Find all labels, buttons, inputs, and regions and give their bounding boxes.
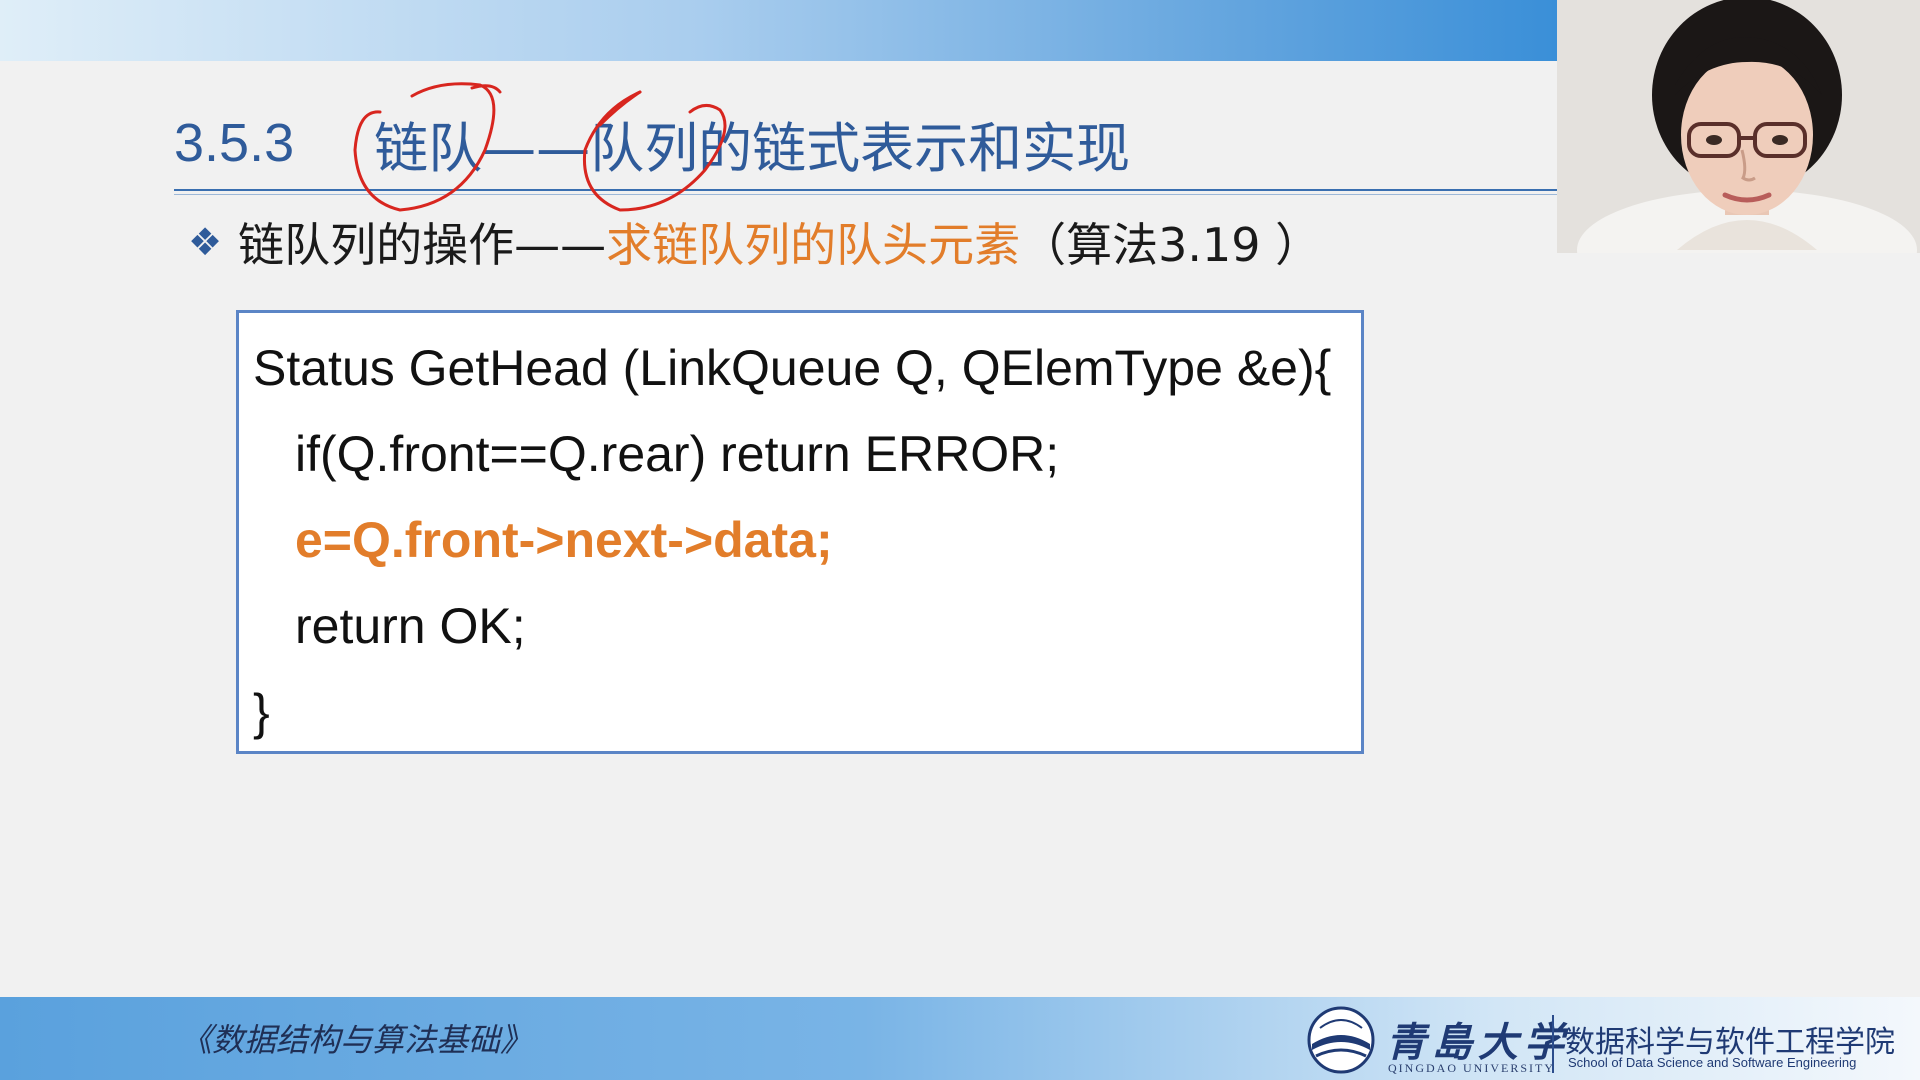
diamond-bullet-icon: ❖ <box>188 220 223 264</box>
university-name-en: QINGDAO UNIVERSITY <box>1388 1061 1555 1075</box>
code-line-signature: Status GetHead (LinkQueue Q, QElemType &… <box>253 340 1332 396</box>
code-line-check: if(Q.front==Q.rear) return ERROR; <box>295 426 1060 482</box>
top-banner <box>0 0 1557 61</box>
code-line-close: } <box>253 684 270 740</box>
section-title: 链队——队列的链式表示和实现 <box>374 116 1131 180</box>
title-divider-thin <box>174 194 1557 195</box>
presenter-webcam-feed <box>1557 0 1920 253</box>
bullet-line: ❖ 链队列的操作—— 求链队列的队头元素 （算法3.19 ） <box>188 212 1321 272</box>
code-line-assign: e=Q.front->next->data; <box>295 512 833 568</box>
bullet-highlight: 求链队列的队头元素 <box>606 218 1021 272</box>
course-title: 《数据结构与算法基础》 <box>180 1021 533 1059</box>
code-block: Status GetHead (LinkQueue Q, QElemType &… <box>236 310 1364 754</box>
section-number: 3.5.3 <box>174 113 295 173</box>
title-divider <box>174 189 1557 191</box>
code-line-return: return OK; <box>295 598 526 654</box>
university-emblem-icon <box>1307 1006 1375 1074</box>
presenter-video <box>1557 0 1920 253</box>
bullet-suffix: （算法3.19 ） <box>1020 218 1322 272</box>
bullet-prefix: 链队列的操作—— <box>238 218 607 272</box>
university-name: 青島大学 <box>1386 1019 1570 1066</box>
school-name-en: School of Data Science and Software Engi… <box>1568 1055 1857 1070</box>
logo-divider <box>1552 1015 1554 1073</box>
slide-title: 3.5.3 链队——队列的链式表示和实现 <box>174 108 1130 180</box>
